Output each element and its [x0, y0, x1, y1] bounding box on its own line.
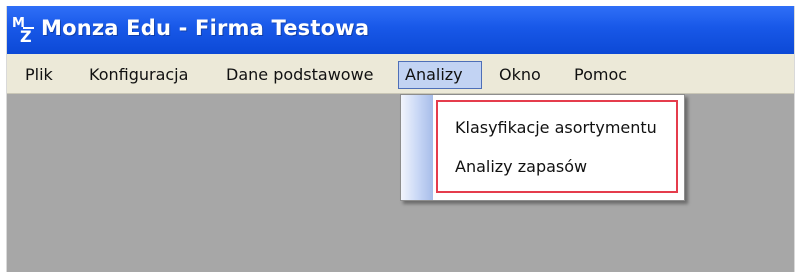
dropdown-item-klasyfikacje-asortymentu[interactable]: Klasyfikacje asortymentu — [455, 113, 657, 143]
menu-konfiguracja[interactable]: Konfiguracja — [83, 61, 194, 89]
title-bar[interactable]: M Z Monza Edu - Firma Testowa — [7, 6, 794, 54]
dropdown-item-analizy-zapasow[interactable]: Analizy zapasów — [455, 152, 587, 182]
app-logo-icon: M Z — [12, 16, 34, 44]
menu-pomoc[interactable]: Pomoc — [568, 61, 633, 89]
analizy-dropdown-menu: Klasyfikacje asortymentu Analizy zapasów — [400, 94, 685, 201]
menu-bar: Plik Konfiguracja Dane podstawowe Analiz… — [7, 54, 794, 94]
menu-analizy[interactable]: Analizy — [398, 61, 482, 89]
dropdown-icon-gutter — [401, 95, 433, 200]
menu-plik[interactable]: Plik — [19, 61, 59, 89]
menu-dane-podstawowe[interactable]: Dane podstawowe — [220, 61, 380, 89]
app-window: M Z Monza Edu - Firma Testowa Plik Konfi… — [6, 6, 795, 272]
svg-text:Z: Z — [20, 27, 32, 44]
menu-okno[interactable]: Okno — [493, 61, 547, 89]
window-title: Monza Edu - Firma Testowa — [41, 16, 370, 40]
